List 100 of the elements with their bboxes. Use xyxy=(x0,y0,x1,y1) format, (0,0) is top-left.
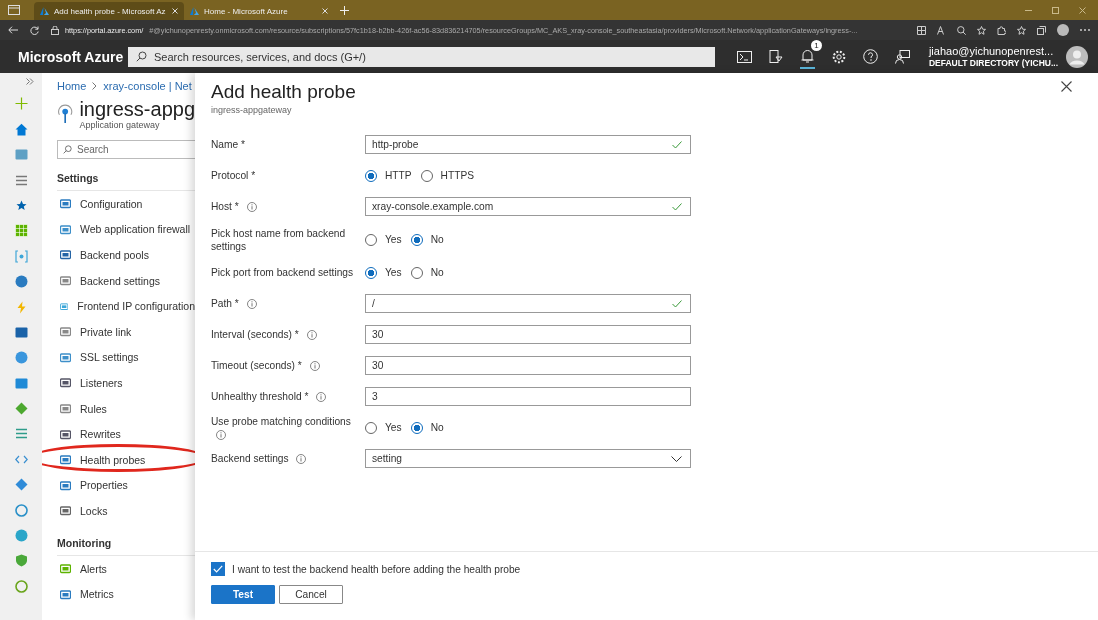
feedback-icon[interactable] xyxy=(895,49,910,64)
radio-option[interactable]: No xyxy=(410,233,444,246)
radio-option[interactable]: Yes xyxy=(365,233,402,246)
test-button[interactable]: Test xyxy=(211,585,275,604)
brackets-icon[interactable] xyxy=(14,249,28,263)
cancel-button[interactable]: Cancel xyxy=(279,585,343,604)
profile-avatar[interactable] xyxy=(1057,24,1069,36)
field-label: Pick host name from backend settings xyxy=(211,227,346,252)
puzzle-icon[interactable] xyxy=(997,25,1006,35)
collections-icon[interactable] xyxy=(1037,25,1046,35)
reload-icon[interactable] xyxy=(30,25,39,35)
filter-icon[interactable] xyxy=(769,49,783,64)
menu-item[interactable]: Locks xyxy=(57,498,195,524)
menu-search-field[interactable]: Search xyxy=(57,140,195,159)
radio-label[interactable]: HTTP xyxy=(385,170,412,181)
radio-label[interactable]: No xyxy=(430,234,444,245)
brand-name[interactable]: Microsoft Azure xyxy=(18,48,128,65)
menu-item[interactable]: Backend pools xyxy=(57,242,195,268)
radio-label[interactable]: Yes xyxy=(385,267,402,278)
text-field[interactable]: xray-console.example.com xyxy=(365,197,691,216)
resource-name: ingress-appg xyxy=(79,98,195,120)
field-label: Path * xyxy=(211,298,239,309)
info-icon[interactable] xyxy=(246,202,257,213)
expand-icon[interactable] xyxy=(26,78,34,85)
checkbox-label[interactable]: I want to test the backend health before adding the health probe xyxy=(232,563,521,575)
info-icon[interactable] xyxy=(316,392,327,403)
zoom-icon[interactable] xyxy=(957,25,966,35)
info-icon[interactable] xyxy=(246,299,257,310)
field-label: Interval (seconds) * xyxy=(211,329,299,340)
radio-label[interactable]: No xyxy=(430,267,444,278)
circle-icon[interactable] xyxy=(14,579,28,593)
radio-option[interactable]: Yes xyxy=(365,421,402,434)
search-field[interactable]: Search resources, services, and docs (G+/) xyxy=(128,46,715,67)
browser-tab[interactable]: Home - Microsoft Azure xyxy=(184,2,334,20)
azure-logo-icon xyxy=(190,7,199,15)
text-field[interactable]: 30 xyxy=(365,325,691,344)
grid-icon[interactable] xyxy=(917,25,926,35)
radio-button[interactable] xyxy=(365,169,377,182)
menu-item[interactable]: Frontend IP configuration xyxy=(57,293,195,319)
avatar-icon[interactable] xyxy=(1066,45,1088,68)
info-icon[interactable] xyxy=(296,454,307,465)
radio-option[interactable]: HTTP xyxy=(365,169,412,182)
menu-item[interactable]: Properties xyxy=(57,472,195,499)
text-field[interactable]: 30 xyxy=(365,356,691,375)
menu-item[interactable]: Health probes xyxy=(57,446,195,473)
terminal-icon[interactable] xyxy=(737,50,752,63)
user-email[interactable]: jiahao@yichunopenrest... xyxy=(928,44,1054,57)
letter-icon[interactable] xyxy=(937,25,946,35)
menu-item[interactable]: Metrics xyxy=(57,581,195,607)
radio-label[interactable]: No xyxy=(430,422,444,433)
info-icon[interactable] xyxy=(309,361,320,372)
diamond-icon[interactable] xyxy=(14,402,28,416)
bell-icon xyxy=(801,48,814,63)
breadcrumb-link[interactable]: xray-console | Net xyxy=(103,80,192,92)
browser-tab[interactable]: Add health probe - Microsoft Az xyxy=(34,2,184,20)
menu-item[interactable]: Web application firewall xyxy=(57,216,195,243)
directory-name[interactable]: DEFAULT DIRECTORY (YICHU... xyxy=(928,56,1058,69)
menu-item[interactable]: Rewrites xyxy=(57,421,195,447)
help-icon[interactable] xyxy=(863,49,878,64)
star-icon[interactable] xyxy=(1017,25,1026,35)
info-icon[interactable] xyxy=(216,429,226,440)
star-icon[interactable] xyxy=(977,25,986,35)
breadcrumb-link[interactable]: Home xyxy=(57,80,87,92)
menu-item[interactable]: Backend settings xyxy=(57,267,195,294)
close-icon[interactable] xyxy=(1061,81,1072,92)
menu-item[interactable]: Listeners xyxy=(57,370,195,396)
radio-button[interactable] xyxy=(410,233,423,246)
back-icon[interactable] xyxy=(8,26,18,34)
radio-option[interactable]: Yes xyxy=(365,266,402,279)
tab-actions-icon[interactable] xyxy=(8,5,20,15)
checkbox[interactable] xyxy=(211,562,225,576)
star-icon[interactable] xyxy=(14,198,28,212)
radio-option[interactable]: HTTPS xyxy=(420,169,474,182)
radio-label[interactable]: Yes xyxy=(385,422,402,433)
menu-item[interactable]: SSL settings xyxy=(57,344,195,371)
radio-option[interactable]: No xyxy=(410,266,444,279)
list-icon[interactable] xyxy=(14,173,28,187)
field-label: Host * xyxy=(211,201,239,212)
menu-item[interactable]: Rules xyxy=(57,395,195,422)
settings-icon[interactable] xyxy=(832,49,846,64)
minimize-icon[interactable] xyxy=(1025,9,1032,11)
menu-item[interactable]: Private link xyxy=(57,318,195,345)
new-tab-icon[interactable] xyxy=(340,5,349,15)
dropdown[interactable]: setting xyxy=(365,449,691,468)
field-label: Use probe matching conditions xyxy=(211,415,351,427)
radio-label[interactable]: HTTPS xyxy=(440,170,474,181)
radio-option[interactable]: No xyxy=(410,421,444,434)
radio-label[interactable]: Yes xyxy=(385,234,402,245)
maximize-icon[interactable] xyxy=(1052,6,1059,14)
text-field[interactable]: 3 xyxy=(365,387,691,406)
text-field[interactable]: / xyxy=(365,294,691,313)
field-label: Protocol * xyxy=(211,170,256,181)
field-label: Name * xyxy=(211,139,245,150)
text-field[interactable]: http-probe xyxy=(365,135,691,154)
radio-button[interactable] xyxy=(410,421,423,434)
menu-item[interactable]: Alerts xyxy=(57,555,195,582)
menu-item[interactable]: Configuration xyxy=(57,191,195,217)
info-icon[interactable] xyxy=(306,330,317,341)
home-icon[interactable] xyxy=(14,122,28,136)
radio-button[interactable] xyxy=(365,266,377,279)
